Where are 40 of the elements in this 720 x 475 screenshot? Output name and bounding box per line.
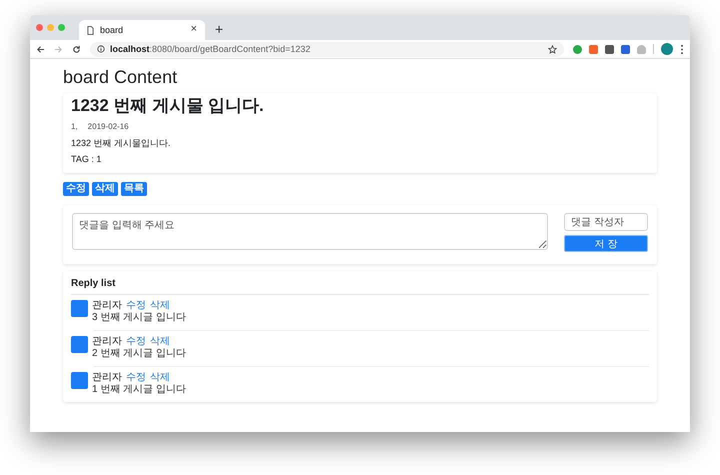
page-title: board Content xyxy=(63,67,178,89)
edit-link[interactable]: 수정 xyxy=(126,300,146,312)
post-title: 1232 번째 게시물 입니다. xyxy=(71,96,265,116)
reply-text: 2 번째 게시글 입니다 xyxy=(92,348,186,360)
reload-icon[interactable] xyxy=(72,44,81,54)
reply-writer: 관리자 xyxy=(92,300,122,312)
post-tag: TAG : 1 xyxy=(71,154,649,166)
reply-input-field[interactable]: 댓글을 입력해 주세요 xyxy=(72,213,548,250)
delete-link[interactable]: 삭제 xyxy=(150,300,170,312)
reply-list-title: Reply list xyxy=(71,278,649,296)
reply-text: 3 번째 게시글 입니다 xyxy=(92,312,186,324)
post-body: 1232 번째 게시물입니다. xyxy=(71,138,172,148)
browser-tab[interactable]: board × xyxy=(79,20,205,40)
action-button[interactable]: 수정 xyxy=(63,182,89,196)
writer-input-field[interactable]: 댓글 작성자 xyxy=(564,213,648,232)
post-date: 2019-02-16 xyxy=(88,122,129,132)
reply-text: 1 번째 게시글 입니다 xyxy=(92,384,186,396)
delete-link[interactable]: 삭제 xyxy=(150,372,170,384)
reply-writer: 관리자 xyxy=(92,372,122,384)
new-tab-button[interactable]: + xyxy=(215,21,224,38)
avatar-placeholder xyxy=(71,372,88,390)
save-button[interactable]: 저 장 xyxy=(564,235,648,252)
avatar-placeholder xyxy=(71,336,88,354)
post-author: 1, xyxy=(71,122,78,132)
close-tab-button[interactable]: × xyxy=(190,23,197,37)
profile-avatar[interactable] xyxy=(661,43,673,55)
avatar-placeholder xyxy=(71,300,88,318)
address-bar[interactable]: localhost:8080/board/getBoardContent?bid=1232 xyxy=(90,42,564,56)
bookmark-star-icon[interactable] xyxy=(548,44,557,54)
info-icon xyxy=(97,45,105,53)
edit-link[interactable]: 수정 xyxy=(126,372,146,384)
delete-link[interactable]: 삭제 xyxy=(150,336,170,348)
close-window-icon[interactable] xyxy=(36,24,43,31)
page-icon xyxy=(87,26,94,34)
reply-writer: 관리자 xyxy=(92,336,122,348)
menu-icon[interactable] xyxy=(680,44,684,54)
edit-link[interactable]: 수정 xyxy=(126,336,146,348)
action-button[interactable]: 목록 xyxy=(121,182,147,196)
back-icon[interactable] xyxy=(36,44,45,54)
action-button[interactable]: 삭제 xyxy=(92,182,118,196)
